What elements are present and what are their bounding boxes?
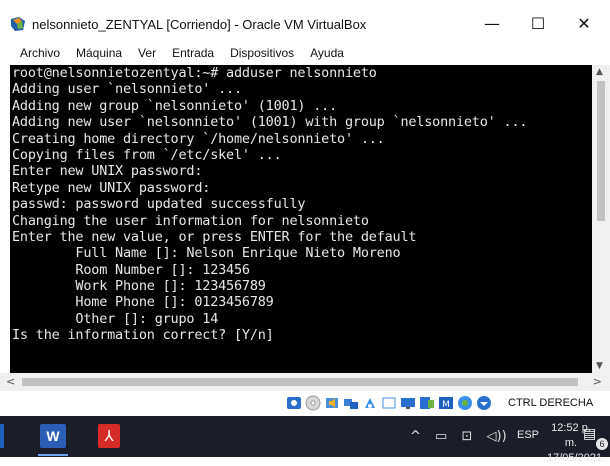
terminal-line: Adding new user `nelsonnieto' (1001) wit… [12, 114, 528, 131]
menu-ayuda[interactable]: Ayuda [310, 46, 344, 60]
vertical-scroll-thumb[interactable] [597, 81, 605, 221]
word-app-icon[interactable]: W [40, 424, 66, 448]
battery-icon[interactable]: ▭ [435, 429, 447, 444]
notification-count-badge: 6 [596, 438, 608, 450]
terminal-line: Retype new UNIX password: [12, 179, 211, 196]
window-title: nelsonnieto_ZENTYAL [Corriendo] - Oracle… [32, 17, 367, 32]
menu-ver[interactable]: Ver [138, 46, 156, 60]
vm-status-bar: M CTRL DERECHA [0, 391, 610, 416]
recording-icon[interactable]: M [438, 395, 454, 411]
display-icon[interactable] [400, 395, 416, 411]
terminal-line: Creating home directory `/home/nelsonnie… [12, 130, 385, 147]
host-key-label: CTRL DERECHA [508, 397, 594, 409]
volume-icon[interactable]: ◁)) [487, 429, 507, 444]
terminal-line: passwd: password updated successfully [12, 196, 306, 213]
terminal-line: Work Phone []: 123456789 [12, 278, 266, 295]
menu-maquina[interactable]: Máquina [76, 46, 122, 60]
show-hidden-icons-icon[interactable]: ^ [410, 429, 421, 444]
terminal-line: Full Name []: Nelson Enrique Nieto Moren… [12, 245, 401, 262]
acrobat-app-icon[interactable]: ⅄ [98, 424, 120, 448]
horizontal-scroll-thumb[interactable] [22, 378, 578, 386]
shared-folders-icon[interactable] [381, 395, 397, 411]
video-capture-icon[interactable] [419, 395, 435, 411]
terminal-line: Enter new UNIX password: [12, 163, 203, 180]
window-titlebar: nelsonnieto_ZENTYAL [Corriendo] - Oracle… [0, 0, 610, 42]
mouse-integration-icon[interactable] [457, 395, 473, 411]
host-key-arrow-icon[interactable] [476, 395, 492, 411]
menu-dispositivos[interactable]: Dispositivos [230, 46, 294, 60]
vm-console-screen[interactable]: root@nelsonnietozentyal:~# adduser nelso… [10, 65, 592, 373]
close-button[interactable]: ✕ [570, 12, 598, 36]
terminal-line: Changing the user information for nelson… [12, 212, 369, 229]
terminal-line: Enter the new value, or press ENTER for … [12, 228, 417, 245]
language-indicator[interactable]: ESP [517, 429, 539, 441]
virtualbox-logo-icon [11, 17, 25, 31]
scroll-left-icon[interactable]: < [6, 375, 15, 388]
horizontal-scrollbar[interactable]: < > [0, 373, 610, 391]
terminal-line: Adding new group `nelsonnieto' (1001) ..… [12, 97, 338, 114]
menu-entrada[interactable]: Entrada [172, 46, 214, 60]
system-tray: ^ ▭ ⊡ ◁)) [410, 429, 517, 444]
svg-text:M: M [442, 400, 450, 410]
taskbar-edge-indicator [0, 424, 4, 448]
terminal-line: Adding user `nelsonnieto' ... [12, 81, 242, 98]
hard-disk-icon[interactable] [286, 395, 302, 411]
menu-bar: Archivo Máquina Ver Entrada Dispositivos… [0, 42, 610, 64]
scroll-right-icon[interactable]: > [593, 375, 602, 388]
scroll-down-icon[interactable]: ▼ [596, 361, 603, 371]
terminal-line: root@nelsonnietozentyal:~# adduser nelso… [12, 65, 377, 81]
minimize-button[interactable]: — [478, 12, 506, 36]
audio-icon[interactable] [324, 395, 340, 411]
terminal-line: Room Number []: 123456 [12, 261, 250, 278]
terminal-line: Home Phone []: 0123456789 [12, 294, 274, 311]
menu-archivo[interactable]: Archivo [20, 46, 60, 60]
usb-icon[interactable] [362, 395, 378, 411]
active-app-indicator [38, 454, 68, 456]
optical-drive-icon[interactable] [305, 395, 321, 411]
maximize-button[interactable]: ☐ [524, 12, 552, 36]
terminal-line: Copying files from `/etc/skel' ... [12, 146, 282, 163]
scroll-up-icon[interactable]: ▲ [596, 67, 603, 77]
clock-date: 17/05/2021 [547, 452, 603, 464]
network-icon[interactable] [343, 395, 359, 411]
terminal-line: Other []: grupo 14 [12, 310, 219, 327]
terminal-prompt-line: Is the information correct? [Y/n] [12, 327, 274, 344]
windows-taskbar: W ⅄ ^ ▭ ⊡ ◁)) ESP 12:52 p. m. 17/05/2021… [0, 416, 610, 464]
vertical-scrollbar[interactable]: ▲ ▼ [592, 65, 610, 373]
network-tray-icon[interactable]: ⊡ [461, 429, 472, 444]
